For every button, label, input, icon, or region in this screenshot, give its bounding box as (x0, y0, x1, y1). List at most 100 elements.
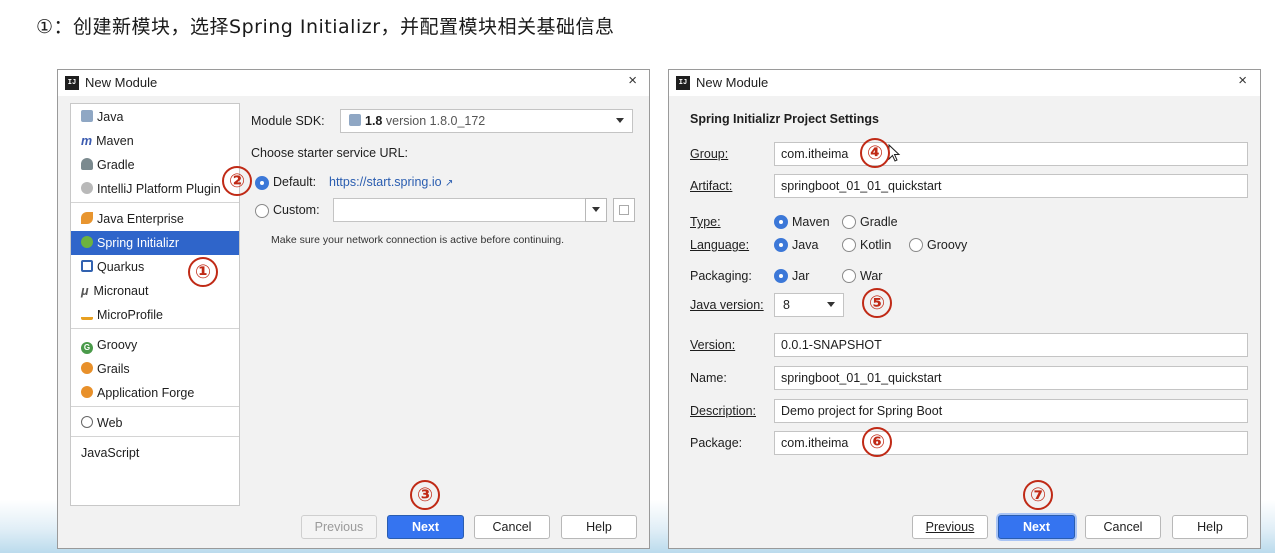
sdk-folder-icon (349, 114, 361, 126)
packaging-jar-radio[interactable] (774, 269, 788, 283)
title-bar: IJ New Module × (669, 70, 1260, 96)
callout-6: ⑥ (862, 427, 892, 457)
language-kotlin-label: Kotlin (860, 238, 892, 252)
external-link-icon: ↗ (445, 178, 454, 189)
list-divider (71, 406, 239, 407)
description-input[interactable]: Demo project for Spring Boot (774, 399, 1248, 423)
type-gradle-radio[interactable] (842, 215, 856, 229)
custom-url-label: Custom: (273, 203, 320, 217)
previous-button[interactable]: Previous (301, 515, 377, 539)
artifact-label: Artifact: (690, 179, 733, 193)
packaging-war-radio[interactable] (842, 269, 856, 283)
new-module-dialog-left: IJ New Module × Java m Maven Gradle Intel… (57, 69, 650, 549)
language-java-label: Java (792, 238, 819, 252)
callout-7: ⑦ (1023, 480, 1053, 510)
language-groovy-radio[interactable] (909, 238, 923, 252)
chevron-down-icon (592, 207, 600, 212)
groovy-icon: G (81, 342, 93, 354)
description-label: Description: (690, 404, 756, 418)
micronaut-icon: μ (81, 284, 89, 298)
close-icon[interactable]: × (1238, 72, 1247, 89)
package-input[interactable]: com.itheima (774, 431, 1248, 455)
list-item-application-forge[interactable]: Application Forge (71, 381, 239, 405)
callout-5: ⑤ (862, 288, 892, 318)
network-hint: Make sure your network connection is act… (271, 234, 564, 246)
folder-icon (81, 110, 93, 122)
name-label: Name: (690, 371, 727, 385)
version-input[interactable]: 0.0.1-SNAPSHOT (774, 333, 1248, 357)
default-url-link[interactable]: https://start.spring.io ↗ (329, 175, 453, 189)
group-label: Group: (690, 147, 729, 161)
new-module-dialog-right: IJ New Module × Spring Initializr Projec… (668, 69, 1261, 549)
packaging-label: Packaging: (690, 269, 752, 283)
list-divider (71, 202, 239, 203)
quarkus-icon (81, 260, 93, 272)
module-sdk-select[interactable]: 1.8 version 1.8.0_172 (340, 109, 633, 133)
language-kotlin-radio[interactable] (842, 238, 856, 252)
list-item-micronaut[interactable]: μ Micronaut (71, 279, 239, 303)
title-bar: IJ New Module × (58, 70, 649, 96)
list-item-web[interactable]: Web (71, 411, 239, 435)
history-icon (619, 205, 629, 215)
next-button[interactable]: Next (387, 515, 464, 539)
callout-4: ④ (860, 138, 890, 168)
language-label: Language: (690, 238, 750, 252)
gradle-icon (81, 158, 93, 170)
dialog-title: New Module (85, 75, 158, 90)
default-url-radio[interactable] (255, 176, 269, 190)
list-divider (71, 436, 239, 437)
list-item-microprofile[interactable]: MicroProfile (71, 303, 239, 327)
language-java-radio[interactable] (774, 238, 788, 252)
name-input[interactable]: springboot_01_01_quickstart (774, 366, 1248, 390)
custom-url-radio[interactable] (255, 204, 269, 218)
settings-heading: Spring Initializr Project Settings (690, 112, 879, 126)
type-gradle-label: Gradle (860, 215, 898, 229)
caption-text: ①：创建新模块，选择Spring Initializr，并配置模块相关基础信息 (36, 16, 615, 38)
module-type-list[interactable]: Java m Maven Gradle IntelliJ Platform Plu… (70, 103, 240, 506)
type-maven-radio[interactable] (774, 215, 788, 229)
callout-3: ③ (410, 480, 440, 510)
type-label: Type: (690, 215, 721, 229)
web-icon (81, 416, 93, 428)
microprofile-icon (81, 308, 93, 320)
dialog-title: New Module (696, 75, 769, 90)
maven-icon: m (81, 134, 93, 148)
custom-url-dropdown[interactable] (585, 198, 607, 222)
list-item-javascript[interactable]: JavaScript (71, 441, 239, 465)
list-item-java-enterprise[interactable]: Java Enterprise (71, 207, 239, 231)
help-button[interactable]: Help (561, 515, 637, 539)
chevron-down-icon (827, 302, 835, 307)
group-input[interactable]: com.itheima (774, 142, 1248, 166)
module-sdk-label: Module SDK: (251, 114, 325, 128)
cancel-button[interactable]: Cancel (474, 515, 550, 539)
spring-icon (81, 236, 93, 248)
starter-url-label: Choose starter service URL: (251, 146, 409, 160)
list-item-spring-initializr[interactable]: Spring Initializr (71, 231, 239, 255)
list-item-groovy[interactable]: G Groovy (71, 333, 239, 357)
type-maven-label: Maven (792, 215, 830, 229)
cancel-button[interactable]: Cancel (1085, 515, 1161, 539)
close-icon[interactable]: × (628, 72, 637, 89)
list-item-maven[interactable]: m Maven (71, 129, 239, 153)
callout-1: ① (188, 257, 218, 287)
packaging-war-label: War (860, 269, 883, 283)
mouse-cursor-icon (888, 144, 901, 162)
next-button[interactable]: Next (998, 515, 1075, 539)
default-url-label: Default: (273, 175, 317, 189)
list-item-intellij-plugin[interactable]: IntelliJ Platform Plugin (71, 177, 239, 201)
custom-url-input[interactable] (333, 198, 586, 222)
java-enterprise-icon (81, 212, 93, 224)
plugin-icon (81, 182, 93, 194)
java-version-label: Java version: (690, 298, 764, 312)
help-button[interactable]: Help (1172, 515, 1248, 539)
version-label: Version: (690, 338, 736, 352)
language-groovy-label: Groovy (927, 238, 968, 252)
artifact-input[interactable]: springboot_01_01_quickstart (774, 174, 1248, 198)
java-version-select[interactable]: 8 (774, 293, 844, 317)
previous-button[interactable]: Previous (912, 515, 988, 539)
custom-url-history-button[interactable] (613, 198, 635, 222)
list-item-gradle[interactable]: Gradle (71, 153, 239, 177)
list-item-java[interactable]: Java (71, 105, 239, 129)
list-item-grails[interactable]: Grails (71, 357, 239, 381)
intellij-icon: IJ (65, 76, 79, 90)
